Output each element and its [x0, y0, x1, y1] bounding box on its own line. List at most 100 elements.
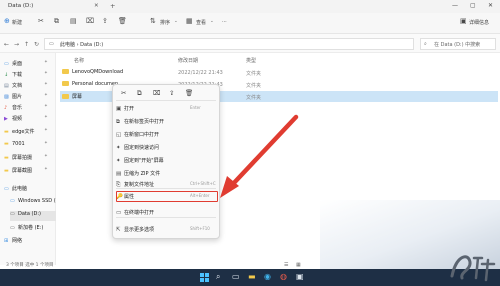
sidebar-item[interactable]: ▬ 屏幕截图 [4, 167, 32, 177]
file-explorer-taskbar-icon[interactable]: ▬ [248, 272, 256, 281]
sort-button[interactable]: 排序 [160, 19, 170, 26]
sidebar-item[interactable]: ▭ Data (D:) [10, 211, 56, 221]
context-menu-item[interactable]: ◱ 在新窗口中打开 [116, 131, 216, 141]
pin-icon[interactable]: ✦ [44, 93, 48, 98]
sidebar-item[interactable]: ▭ 新加卷 (E:) [10, 224, 43, 234]
forward-icon[interactable]: → [14, 41, 19, 48]
more-button[interactable]: ··· [222, 19, 227, 25]
paste-icon[interactable]: ▤ [70, 17, 77, 25]
drive-icon: ▭ [10, 225, 15, 231]
pin-icon[interactable]: ✦ [44, 141, 48, 146]
search-icon: ⌕ [424, 41, 427, 47]
list-view-icon[interactable]: ☰ [284, 262, 288, 268]
context-menu-item[interactable]: ✦ 固定到"开始"屏幕 [116, 157, 216, 167]
pin-icon[interactable]: ✦ [44, 82, 48, 87]
menu-item-label: 打开 [124, 106, 135, 112]
column-type[interactable]: 类型 [246, 57, 256, 64]
sidebar-item[interactable]: ▬ 屏幕拍摄 [4, 154, 32, 164]
context-menu-item[interactable]: ✦ 固定到快速访问 [116, 144, 216, 154]
close-window-icon[interactable]: ✕ [488, 2, 493, 9]
table-row[interactable]: 屏幕 [62, 93, 82, 103]
refresh-icon[interactable]: ↻ [34, 41, 39, 48]
sidebar-item[interactable]: ▬ 7001 [4, 141, 25, 151]
view-button[interactable]: 查看 [196, 19, 206, 26]
context-menu-item[interactable]: ▣ 打开 Enter [116, 105, 216, 115]
tiles-view-icon[interactable]: ▦ [296, 262, 301, 268]
pin-icon[interactable]: ✦ [44, 60, 48, 65]
edge-taskbar-icon[interactable]: ◉ [264, 272, 271, 281]
table-row[interactable]: Personal documen [62, 81, 118, 91]
file-name: 屏幕 [72, 94, 83, 100]
up-icon[interactable]: ↑ [24, 41, 29, 48]
new-icon[interactable]: ⊕ [4, 17, 10, 25]
view-icon[interactable]: ▦ [186, 17, 193, 25]
breadcrumb[interactable]: 此电脑 › Data (D:) [60, 41, 103, 48]
sidebar-item[interactable]: ▭ 此电脑 [4, 185, 27, 195]
video-icon: ▶ [4, 116, 8, 122]
copy-icon[interactable]: ⧉ [54, 17, 59, 26]
menu-item-shortcut: Shift+F10 [190, 226, 210, 231]
task-view-icon[interactable]: ▭ [232, 272, 240, 281]
sort-chevron-icon[interactable]: ⌄ [174, 19, 178, 24]
rename-icon[interactable]: ⌧ [153, 89, 161, 97]
sidebar-item[interactable]: ▨ 图片 [4, 93, 22, 103]
sidebar-item[interactable]: ♪ 音乐 [4, 104, 22, 114]
minimize-icon[interactable]: — [452, 2, 458, 9]
sidebar-item[interactable]: ▭ Windows SSD ( [10, 198, 56, 208]
sort-icon[interactable]: ⇅ [150, 17, 156, 25]
store-taskbar-icon[interactable]: ▣ [296, 272, 304, 281]
pin-icon[interactable]: ✦ [44, 167, 48, 172]
share-icon[interactable]: ⇪ [102, 17, 108, 25]
pin-icon[interactable]: ✦ [44, 128, 48, 133]
folder-icon: ▬ [4, 129, 9, 135]
sidebar-item[interactable]: ▭ 桌面 [4, 60, 22, 70]
delete-icon[interactable]: 🗑 [118, 17, 127, 25]
start-icon[interactable] [200, 273, 209, 282]
search-taskbar-icon[interactable]: ⌕ [216, 272, 220, 282]
context-menu-item[interactable]: ⎘ 复制文件地址 Ctrl+Shift+C [116, 181, 216, 191]
details-icon[interactable]: ▣ [460, 17, 467, 25]
back-icon[interactable]: ← [4, 41, 9, 48]
sidebar-item[interactable]: ↓ 下载 [4, 71, 22, 81]
app-taskbar-icon[interactable]: ◍ [280, 272, 287, 281]
file-date: 2022/12/22 21:43 [178, 70, 223, 76]
pin-icon[interactable]: ✦ [44, 104, 48, 109]
folder-icon [62, 81, 69, 86]
music-icon: ♪ [4, 105, 8, 111]
sidebar-item[interactable]: ▶ 视频 [4, 115, 22, 125]
share-icon[interactable]: ⇪ [169, 89, 174, 97]
new-tab-icon[interactable]: + [110, 2, 115, 10]
maximize-icon[interactable]: ▢ [470, 2, 476, 9]
sidebar-item-label: 音乐 [12, 105, 23, 111]
column-name[interactable]: 名称 [74, 57, 84, 64]
new-button[interactable]: 新建 [12, 19, 22, 26]
column-date[interactable]: 修改日期 [178, 57, 198, 64]
view-chevron-icon[interactable]: ⌄ [210, 19, 214, 24]
pin-icon[interactable]: ✦ [44, 154, 48, 159]
details-button[interactable]: 详细信息 [469, 19, 489, 26]
tab-close-icon[interactable]: ✕ [94, 3, 99, 9]
cut-icon[interactable]: ✂ [121, 89, 126, 97]
pin-icon[interactable]: ✦ [44, 71, 48, 76]
context-menu-item[interactable]: ⇱ 显示更多选项 Shift+F10 [116, 226, 216, 236]
title-bar [0, 0, 500, 13]
sidebar-item-label: 网络 [12, 238, 23, 244]
rename-icon[interactable]: ⌧ [86, 17, 94, 25]
copy-icon[interactable]: ⧉ [137, 89, 142, 98]
sidebar-item[interactable]: ▬ edge文件 [4, 128, 35, 138]
zip-icon: ▤ [116, 171, 122, 177]
table-row[interactable]: LenovoQMDownload [62, 69, 123, 79]
context-menu-item[interactable]: ▤ 压缩为 ZIP 文件 [116, 170, 216, 180]
pin-icon[interactable]: ✦ [44, 115, 48, 120]
delete-icon[interactable]: 🗑 [185, 89, 193, 97]
cut-icon[interactable]: ✂ [38, 17, 44, 25]
sidebar-item[interactable]: ⊞ 网络 [4, 237, 22, 247]
sidebar-item-label: 下载 [12, 72, 23, 78]
tab-title[interactable]: Data (D:) [8, 3, 33, 9]
folder-icon [62, 69, 69, 74]
sidebar-item-label: Data (D:) [18, 211, 41, 217]
computer-icon: ▭ [49, 41, 54, 47]
context-menu-item[interactable]: ⧉ 在新标签页中打开 [116, 118, 216, 128]
menu-item-label: 在新标签页中打开 [124, 119, 165, 125]
sidebar-item[interactable]: ▤ 文档 [4, 82, 22, 92]
